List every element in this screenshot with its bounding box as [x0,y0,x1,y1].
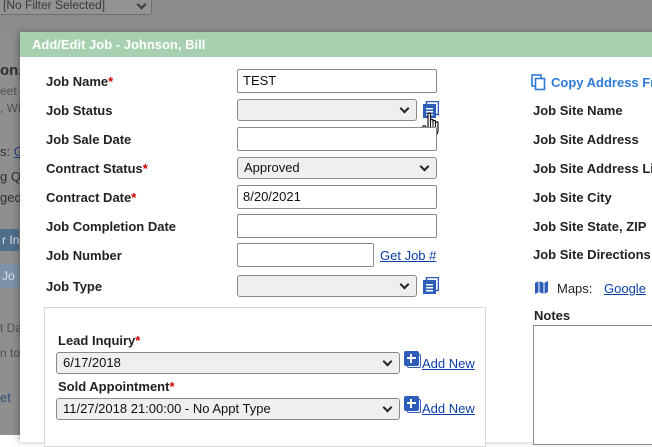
job-site-address-line-label: Job Site Address Lin [533,161,652,176]
job-number-label: Job Number [46,248,122,263]
job-name-input[interactable]: TEST [237,69,437,93]
sold-appointment-label-text: Sold Appointment [58,379,170,394]
background-button-2: Jo [0,264,19,288]
lead-inquiry-label-text: Lead Inquiry [58,333,136,348]
background-line-8: et [0,390,11,405]
contract-status-label: Contract Status* [46,161,148,176]
lead-add-new-link[interactable]: Add New [422,356,475,371]
google-maps-link[interactable]: Google [604,281,646,296]
background-line-5: ged [0,190,22,205]
modal-title: Add/Edit Job - Johnson, Bill [20,32,652,57]
sold-add-new-link[interactable]: Add New [422,401,475,416]
job-status-select[interactable] [237,99,417,121]
contract-date-input[interactable]: 8/20/2021 [237,185,437,209]
job-type-label: Job Type [46,279,103,294]
background-button-1: r In [0,229,19,251]
job-completion-date-label: Job Completion Date [46,219,177,234]
chevron-down-icon [382,356,393,367]
lead-inquiry-select[interactable]: 6/17/2018 [56,352,400,374]
background-line-3-prefix: s: [0,144,11,159]
required-marker: * [135,333,141,348]
required-marker: * [142,161,148,176]
required-marker: * [131,190,137,205]
job-site-address-label: Job Site Address [533,132,639,147]
required-marker: * [108,74,114,89]
map-icon [535,281,548,294]
contract-status-label-text: Contract Status [46,161,143,176]
appointment-panel: Lead Inquiry* 6/17/2018 Add New Sold App… [44,307,486,447]
contract-status-select[interactable]: Approved [237,157,437,179]
chevron-down-icon [382,402,393,413]
get-job-number-link[interactable]: Get Job # [380,248,436,263]
plus-icon [404,351,419,366]
notes-textarea[interactable] [533,325,652,445]
sold-appointment-select[interactable]: 11/27/2018 21:00:00 - No Appt Type [56,398,400,420]
add-icon[interactable] [404,351,421,368]
required-marker: * [169,379,175,394]
add-icon[interactable] [404,396,421,413]
job-sale-date-label: Job Sale Date [46,132,132,147]
chevron-down-icon [399,103,410,114]
job-number-input[interactable] [237,243,374,267]
chevron-down-icon [419,161,430,172]
plus-icon [404,396,419,411]
sold-appointment-value: 11/27/2018 21:00:00 - No Appt Type [63,401,271,416]
job-site-state-zip-label: Job Site State, ZIP [533,219,647,234]
contract-status-value: Approved [244,160,300,175]
job-name-label-text: Job Name [46,74,109,89]
list-icon[interactable] [423,277,439,294]
maps-label: Maps: [557,281,593,296]
background-line-7: n to [0,346,21,360]
notes-label: Notes [534,308,571,323]
background-address-line-1: eet [0,84,17,98]
job-site-city-label: Job Site City [533,190,612,205]
copy-address-link[interactable]: Copy Address Fro [551,75,652,90]
contract-date-label-text: Contract Date [46,190,132,205]
background-line-6: t Da [0,321,23,335]
background-filter-select: [No Filter Selected] [0,0,152,15]
lead-inquiry-value: 6/17/2018 [63,355,121,370]
background-toolbar: [No Filter Selected] [0,0,652,33]
job-completion-date-input[interactable] [237,214,437,238]
modal-body: Job Name* TEST Job Status Job Sale Date … [20,57,652,447]
add-edit-job-modal: Add/Edit Job - Johnson, Bill Job Name* T… [20,32,652,447]
lead-inquiry-label: Lead Inquiry* [58,333,140,348]
background-address-line-2: , WI [0,101,22,115]
job-site-name-label: Job Site Name [533,103,623,118]
sold-appointment-label: Sold Appointment* [58,379,175,394]
job-site-directions-label: Job Site Directions [533,247,651,262]
background-filter-value: [No Filter Selected] [3,0,106,12]
contract-date-label: Contract Date* [46,190,136,205]
copy-icon[interactable] [531,74,546,91]
job-status-label: Job Status [46,103,113,118]
chevron-down-icon [399,279,410,290]
job-type-select[interactable] [237,275,417,297]
chevron-down-icon [136,0,147,10]
job-sale-date-input[interactable] [237,127,437,151]
job-name-label: Job Name* [46,74,113,89]
